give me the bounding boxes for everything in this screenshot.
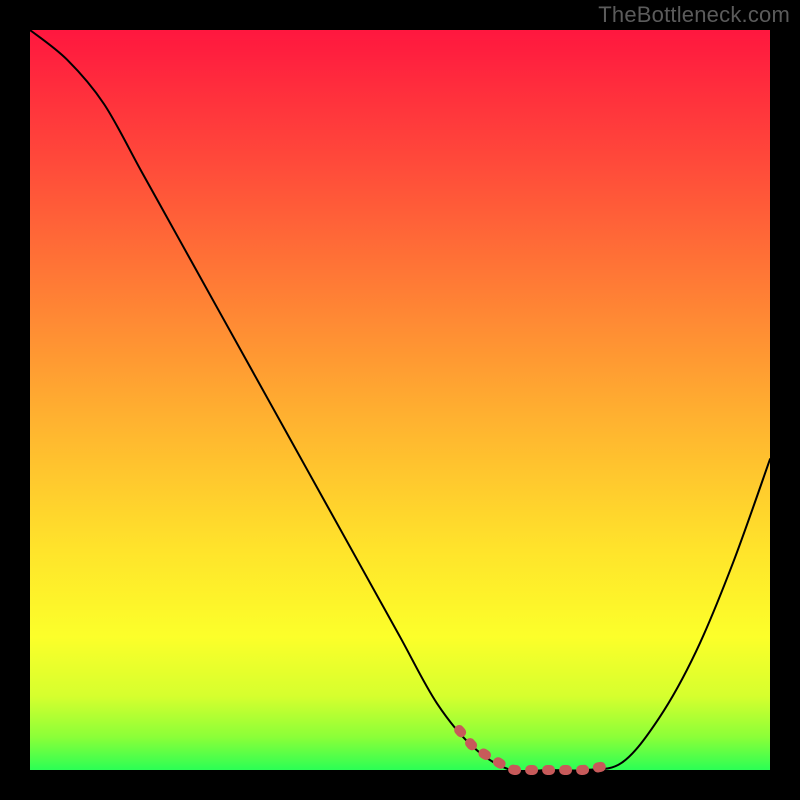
watermark-text: TheBottleneck.com bbox=[598, 2, 790, 28]
bottleneck-curve-chart bbox=[0, 0, 800, 800]
chart-stage: TheBottleneck.com bbox=[0, 0, 800, 800]
plot-gradient-background bbox=[30, 30, 770, 770]
